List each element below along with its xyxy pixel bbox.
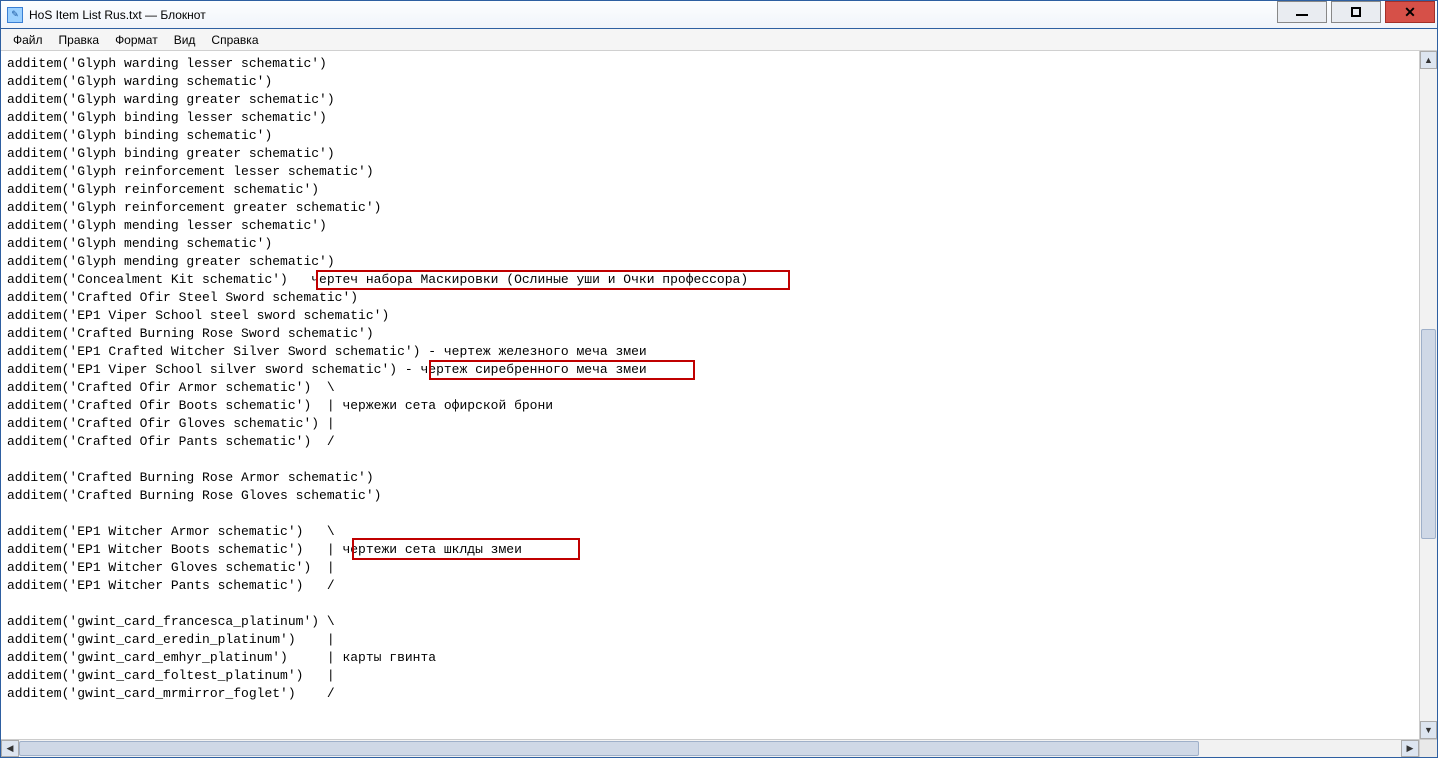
close-button[interactable]: ✕ (1385, 1, 1435, 23)
text-line[interactable]: additem('Glyph binding lesser schematic'… (7, 109, 1413, 127)
hscroll-track[interactable] (19, 740, 1401, 757)
menu-help[interactable]: Справка (203, 31, 266, 49)
text-line[interactable]: additem('EP1 Crafted Witcher Silver Swor… (7, 343, 1413, 361)
menu-edit[interactable]: Правка (51, 31, 108, 49)
titlebar[interactable]: ✎ HoS Item List Rus.txt — Блокнот ✕ (1, 1, 1437, 29)
hscroll-thumb[interactable] (19, 741, 1199, 756)
scroll-down-arrow-icon[interactable]: ▼ (1420, 721, 1437, 739)
horizontal-scrollbar[interactable]: ◀ ▶ (1, 739, 1419, 757)
content-area: additem('Glyph warding lesser schematic'… (1, 51, 1437, 757)
scroll-corner (1419, 739, 1437, 757)
text-line[interactable]: additem('EP1 Witcher Gloves schematic') … (7, 559, 1413, 577)
scroll-left-arrow-icon[interactable]: ◀ (1, 740, 19, 757)
text-line[interactable]: additem('Crafted Burning Rose Armor sche… (7, 469, 1413, 487)
text-line[interactable]: additem('Glyph reinforcement lesser sche… (7, 163, 1413, 181)
text-line[interactable]: additem('Glyph warding lesser schematic'… (7, 55, 1413, 73)
text-line[interactable]: additem('Concealment Kit schematic') чер… (7, 271, 1413, 289)
text-line[interactable]: additem('gwint_card_emhyr_platinum') | к… (7, 649, 1413, 667)
text-line[interactable]: additem('Crafted Burning Rose Sword sche… (7, 325, 1413, 343)
maximize-button[interactable] (1331, 1, 1381, 23)
vertical-scrollbar[interactable]: ▲ ▼ (1419, 51, 1437, 739)
text-line[interactable]: additem('EP1 Viper School steel sword sc… (7, 307, 1413, 325)
text-line[interactable]: additem('gwint_card_eredin_platinum') | (7, 631, 1413, 649)
text-line[interactable]: additem('EP1 Viper School silver sword s… (7, 361, 1413, 379)
text-line[interactable]: additem('gwint_card_foltest_platinum') | (7, 667, 1413, 685)
scroll-up-arrow-icon[interactable]: ▲ (1420, 51, 1437, 69)
vscroll-track[interactable] (1420, 69, 1437, 721)
text-line[interactable]: additem('Glyph reinforcement schematic') (7, 181, 1413, 199)
menu-file[interactable]: Файл (5, 31, 51, 49)
text-content[interactable]: additem('Glyph warding lesser schematic'… (1, 51, 1419, 739)
text-line[interactable]: additem('gwint_card_francesca_platinum')… (7, 613, 1413, 631)
text-line[interactable]: additem('Glyph binding greater schematic… (7, 145, 1413, 163)
text-line[interactable]: additem('Crafted Ofir Pants schematic') … (7, 433, 1413, 451)
text-line[interactable]: additem('Glyph warding schematic') (7, 73, 1413, 91)
menubar: Файл Правка Формат Вид Справка (1, 29, 1437, 51)
notepad-icon: ✎ (7, 7, 23, 23)
text-line[interactable] (7, 451, 1413, 469)
text-line[interactable]: additem('Glyph mending schematic') (7, 235, 1413, 253)
window-controls: ✕ (1275, 1, 1437, 28)
notepad-window: ✎ HoS Item List Rus.txt — Блокнот ✕ Файл… (0, 0, 1438, 758)
text-line[interactable]: additem('Crafted Burning Rose Gloves sch… (7, 487, 1413, 505)
text-line[interactable]: additem('Glyph binding schematic') (7, 127, 1413, 145)
text-line[interactable]: additem('Glyph reinforcement greater sch… (7, 199, 1413, 217)
vscroll-thumb[interactable] (1421, 329, 1436, 539)
text-line[interactable]: additem('Glyph mending lesser schematic'… (7, 217, 1413, 235)
text-line[interactable]: additem('EP1 Witcher Armor schematic') \ (7, 523, 1413, 541)
text-line[interactable]: additem('Crafted Ofir Armor schematic') … (7, 379, 1413, 397)
text-line[interactable] (7, 505, 1413, 523)
minimize-button[interactable] (1277, 1, 1327, 23)
menu-format[interactable]: Формат (107, 31, 166, 49)
text-line[interactable]: additem('Crafted Ofir Steel Sword schema… (7, 289, 1413, 307)
window-title: HoS Item List Rus.txt — Блокнот (29, 8, 1275, 22)
text-line[interactable]: additem('EP1 Witcher Boots schematic') |… (7, 541, 1413, 559)
scroll-right-arrow-icon[interactable]: ▶ (1401, 740, 1419, 757)
menu-view[interactable]: Вид (166, 31, 204, 49)
text-line[interactable]: additem('EP1 Witcher Pants schematic') / (7, 577, 1413, 595)
text-line[interactable] (7, 595, 1413, 613)
text-line[interactable]: additem('Crafted Ofir Boots schematic') … (7, 397, 1413, 415)
text-line[interactable]: additem('Crafted Ofir Gloves schematic')… (7, 415, 1413, 433)
text-line[interactable]: additem('Glyph mending greater schematic… (7, 253, 1413, 271)
text-line[interactable]: additem('Glyph warding greater schematic… (7, 91, 1413, 109)
text-line[interactable]: additem('gwint_card_mrmirror_foglet') / (7, 685, 1413, 703)
text-area[interactable]: additem('Glyph warding lesser schematic'… (1, 51, 1437, 757)
